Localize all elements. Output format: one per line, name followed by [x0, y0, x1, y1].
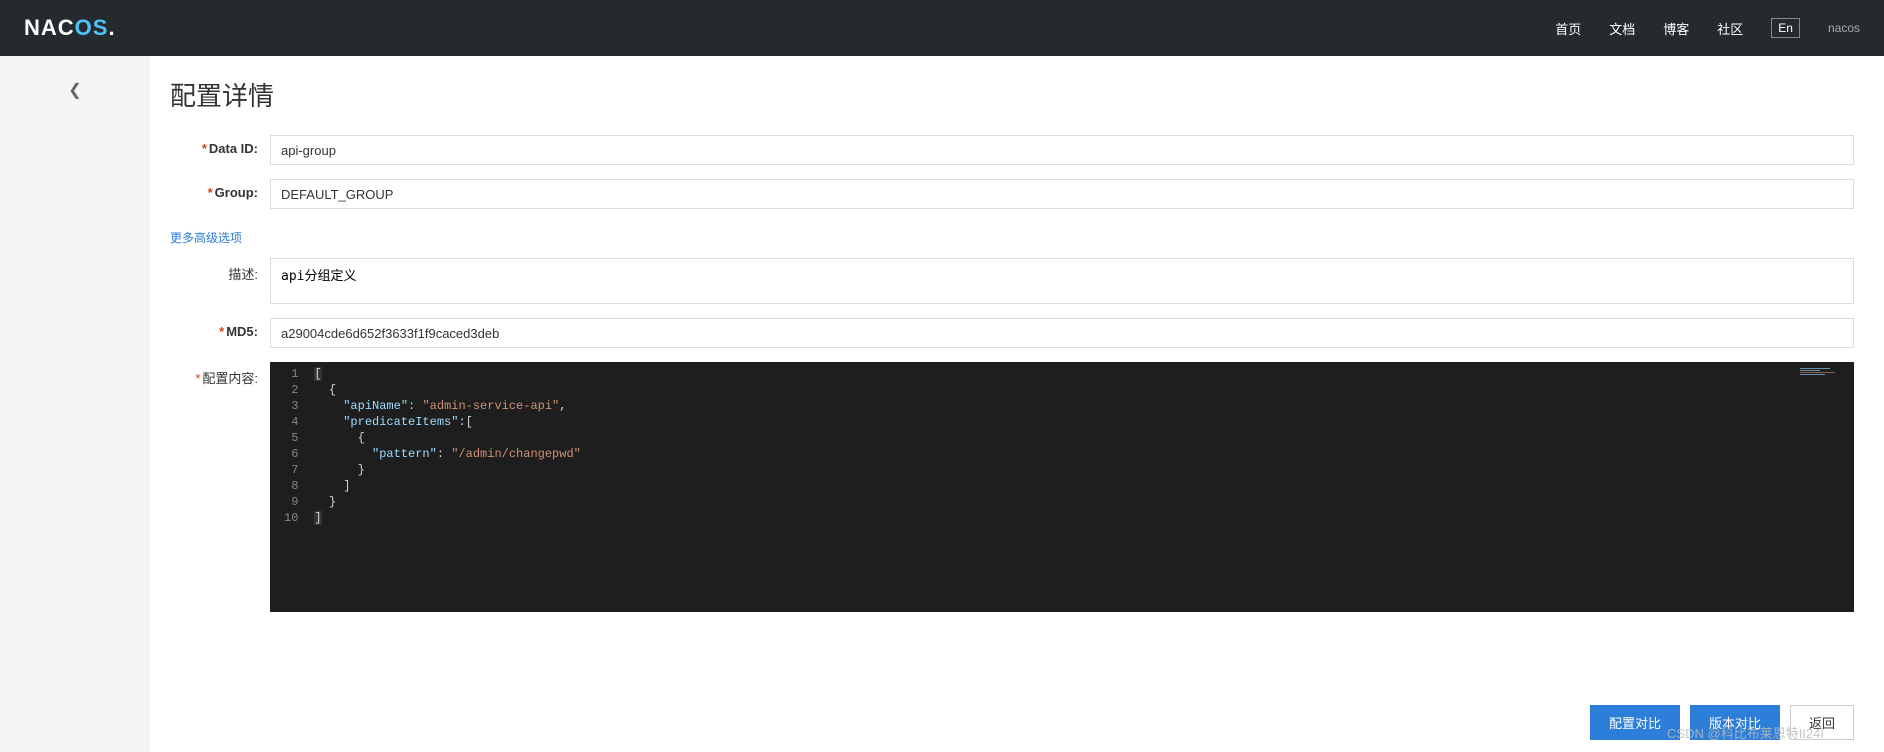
back-arrow-icon[interactable]: ❮	[68, 80, 81, 752]
md5-input[interactable]	[270, 318, 1854, 348]
group-label: *Group:	[170, 179, 270, 200]
data-id-input[interactable]	[270, 135, 1854, 165]
version-compare-button[interactable]: 版本对比	[1690, 705, 1780, 740]
content-label: *配置内容:	[170, 362, 270, 387]
app-header: NACOS. 首页 文档 博客 社区 En nacos	[0, 0, 1884, 56]
header-right-link[interactable]: nacos	[1828, 21, 1860, 35]
nav-blog[interactable]: 博客	[1663, 19, 1689, 38]
sidebar: ❮	[0, 56, 150, 752]
nav-docs[interactable]: 文档	[1609, 19, 1635, 38]
desc-label: 描述:	[170, 258, 270, 283]
page-title: 配置详情	[170, 76, 1854, 113]
config-compare-button[interactable]: 配置对比	[1590, 705, 1680, 740]
logo-dot: .	[108, 15, 115, 41]
code-minimap	[1800, 368, 1850, 376]
logo-text-1: NAC	[24, 15, 75, 41]
md5-label: *MD5:	[170, 318, 270, 339]
group-input[interactable]	[270, 179, 1854, 209]
app-logo: NACOS.	[24, 15, 116, 41]
footer-buttons: 配置对比 版本对比 返回	[1590, 705, 1854, 740]
header-nav: 首页 文档 博客 社区 En nacos	[1555, 18, 1860, 38]
nav-community[interactable]: 社区	[1717, 19, 1743, 38]
logo-text-2: OS	[75, 15, 109, 41]
nav-home[interactable]: 首页	[1555, 19, 1581, 38]
data-id-label: *Data ID:	[170, 135, 270, 156]
desc-textarea[interactable]	[270, 258, 1854, 304]
main-content: 配置详情 *Data ID: *Group: 更多高级选项 描述: *MD5: …	[150, 56, 1884, 752]
back-button[interactable]: 返回	[1790, 705, 1854, 740]
advanced-options-link[interactable]: 更多高级选项	[170, 229, 242, 246]
code-editor[interactable]: 12345678910 [ { "apiName": "admin-servic…	[270, 362, 1854, 612]
lang-switch[interactable]: En	[1771, 18, 1800, 38]
code-area[interactable]: [ { "apiName": "admin-service-api", "pre…	[306, 362, 1854, 612]
code-gutter: 12345678910	[270, 362, 306, 612]
